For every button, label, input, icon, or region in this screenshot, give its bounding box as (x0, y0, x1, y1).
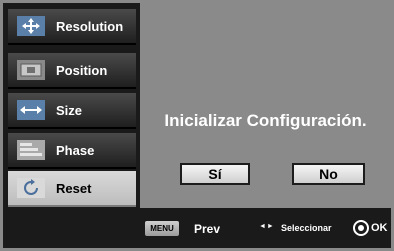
yes-button[interactable]: Sí (180, 163, 250, 185)
footer-hint-bar: MENU Prev ◄► Seleccionar OK (140, 208, 391, 248)
left-right-arrows-icon: ◄► (259, 223, 275, 230)
menu-item-label: Reset (56, 180, 92, 196)
ok-label: OK (371, 222, 388, 234)
menu-item-reset[interactable]: Reset (8, 171, 136, 207)
menu-item-resolution[interactable]: Resolution (8, 9, 136, 45)
sidebar-menu: Resolution Position Size Phase Reset (3, 3, 140, 248)
size-width-icon (16, 99, 46, 121)
phase-bars-icon (16, 139, 46, 161)
menu-item-label: Position (56, 62, 108, 78)
main-panel: Inicializar Configuración. Sí No (140, 3, 391, 208)
select-label: Seleccionar (281, 223, 332, 233)
no-button[interactable]: No (292, 163, 365, 185)
reset-circular-arrow-icon (16, 177, 46, 199)
menu-item-phase[interactable]: Phase (8, 133, 136, 169)
prev-label: Prev (194, 222, 221, 236)
menu-item-label: Phase (56, 142, 95, 158)
reset-prompt-text: Inicializar Configuración. (164, 111, 367, 130)
menu-item-size[interactable]: Size (8, 93, 136, 129)
position-screen-icon (16, 59, 46, 81)
menu-key-button[interactable]: MENU (145, 221, 179, 236)
resolution-arrows-icon (16, 15, 46, 37)
menu-item-label: Size (56, 102, 83, 118)
ok-button-icon[interactable] (353, 220, 369, 236)
menu-item-label: Resolution (56, 18, 124, 34)
menu-item-position[interactable]: Position (8, 53, 136, 89)
osd-window: Resolution Position Size Phase Reset Ini… (0, 0, 394, 251)
